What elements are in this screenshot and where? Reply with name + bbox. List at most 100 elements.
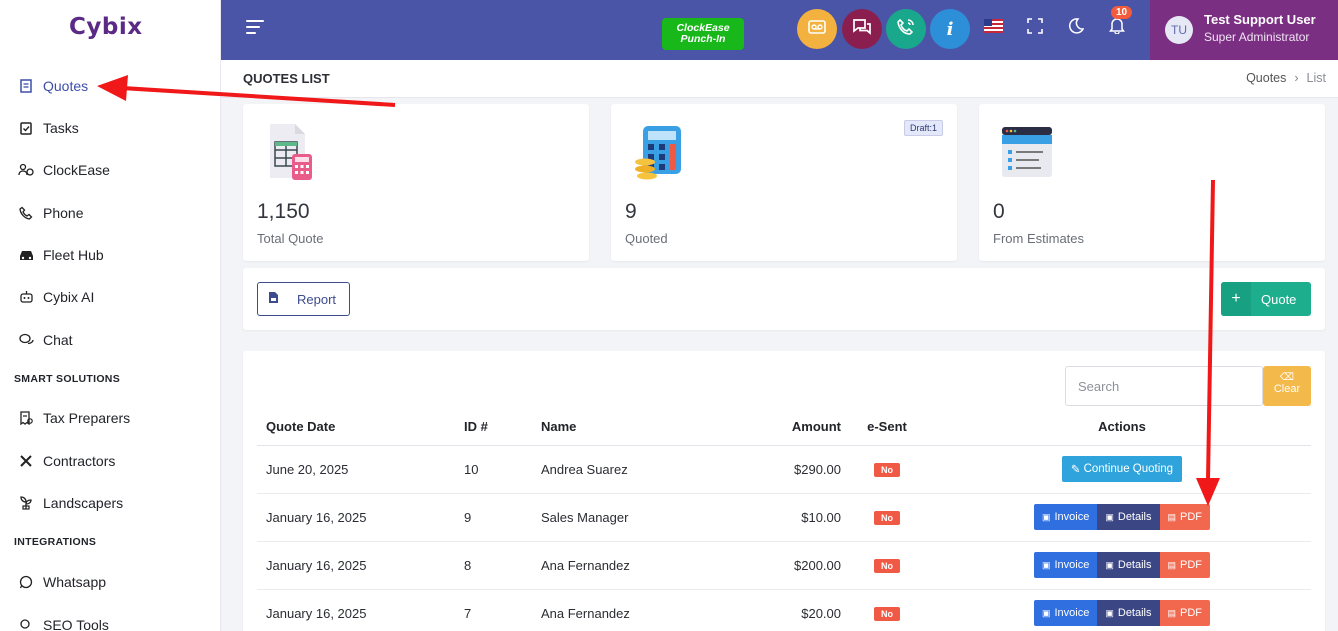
chat-bubbles-icon xyxy=(18,332,34,348)
receipt-icon xyxy=(18,410,34,426)
users-clock-icon xyxy=(18,162,34,178)
sidebar-item-landscapers[interactable]: Landscapers xyxy=(0,488,221,518)
table-row: January 16, 2025 7 Ana Fernandez $20.00 … xyxy=(257,589,1311,631)
details-button[interactable]: ▣ Details xyxy=(1097,600,1160,626)
cell-date: January 16, 2025 xyxy=(257,541,464,590)
section-heading-smart-solutions: SMART SOLUTIONS xyxy=(14,373,120,385)
cell-amount: $10.00 xyxy=(701,493,841,542)
fullscreen-icon xyxy=(1027,17,1043,39)
invoice-label: Invoice xyxy=(1054,511,1090,523)
pdf-file-icon: ▤ xyxy=(1167,559,1177,570)
invoice-button[interactable]: ▣ Invoice xyxy=(1033,552,1098,578)
cell-actions: ▣ Invoice ▣ Details ▤ PDF xyxy=(933,589,1311,631)
notifications-button[interactable] xyxy=(1107,18,1127,38)
messages-button[interactable] xyxy=(842,9,882,49)
moon-icon xyxy=(1068,17,1085,39)
chat-bubbles-icon xyxy=(852,18,872,41)
notification-count-badge: 10 xyxy=(1111,6,1133,19)
chevron-right-icon: › xyxy=(1294,71,1299,85)
continue-quoting-label: Continue Quoting xyxy=(1083,463,1174,475)
details-button[interactable]: ▣ Details xyxy=(1097,504,1160,530)
table-row: January 16, 2025 8 Ana Fernandez $200.00… xyxy=(257,541,1311,590)
details-label: Details xyxy=(1117,511,1152,523)
sidebar-item-tax-preparers[interactable]: Tax Preparers xyxy=(0,403,221,433)
table-row: January 16, 2025 9 Sales Manager $10.00 … xyxy=(257,493,1311,542)
sidebar-item-fleet-hub[interactable]: Fleet Hub xyxy=(0,240,221,270)
sidebar-item-phone[interactable]: Phone xyxy=(0,198,221,228)
invoice-icon: ▣ xyxy=(1041,511,1051,522)
col-id[interactable]: ID # xyxy=(464,409,541,446)
pdf-label: PDF xyxy=(1180,559,1203,571)
voicemail-button[interactable] xyxy=(797,9,837,49)
row-action-group: ▣ Invoice ▣ Details ▤ PDF xyxy=(1033,504,1211,530)
plant-icon xyxy=(18,495,34,511)
add-quote-button[interactable]: + Quote xyxy=(1221,282,1311,316)
details-icon: ▣ xyxy=(1105,607,1114,618)
plus-icon: + xyxy=(1221,282,1251,316)
col-name[interactable]: Name xyxy=(541,409,701,446)
calculator-coins-icon xyxy=(633,124,685,185)
sidebar-item-contractors[interactable]: Contractors xyxy=(0,446,221,476)
menu-toggle-icon[interactable] xyxy=(246,20,264,36)
col-amount[interactable]: Amount xyxy=(701,409,841,446)
pdf-button[interactable]: ▤ PDF xyxy=(1159,552,1211,578)
pdf-file-icon xyxy=(268,291,279,307)
sidebar-item-clockease[interactable]: ClockEase xyxy=(0,155,221,185)
info-button[interactable]: i xyxy=(930,9,970,49)
invoice-icon: ▣ xyxy=(1041,559,1051,570)
invoice-button[interactable]: ▣ Invoice xyxy=(1033,600,1098,626)
clear-label: Clear xyxy=(1273,383,1301,395)
clockease-punch-in-button[interactable]: ClockEase Punch-In xyxy=(662,18,744,50)
sidebar-item-label: ClockEase xyxy=(43,162,110,178)
stat-label: From Estimates xyxy=(993,231,1085,246)
row-action-group: ▣ Invoice ▣ Details ▤ PDF xyxy=(1033,552,1211,578)
sidebar-item-label: Cybix AI xyxy=(43,289,95,305)
sidebar-item-cybix-ai[interactable]: Cybix AI xyxy=(0,282,221,312)
cell-name: Sales Manager xyxy=(541,493,701,542)
user-profile-menu[interactable]: TU Test Support User Super Administrator xyxy=(1150,0,1338,60)
sidebar-item-quotes[interactable]: Quotes xyxy=(0,71,221,101)
language-flag-button[interactable] xyxy=(983,18,1003,38)
details-button[interactable]: ▣ Details xyxy=(1097,552,1160,578)
pdf-file-icon: ▤ xyxy=(1167,607,1177,618)
dark-mode-toggle[interactable] xyxy=(1066,17,1086,39)
table-row: June 20, 2025 10 Andrea Suarez $290.00 N… xyxy=(257,445,1311,494)
clear-button[interactable]: ⌫ Clear xyxy=(1263,366,1311,406)
sidebar-item-chat[interactable]: Chat xyxy=(0,325,221,355)
col-esent[interactable]: e-Sent xyxy=(841,409,933,446)
cell-date: January 16, 2025 xyxy=(257,493,464,542)
sidebar-item-label: Landscapers xyxy=(43,495,124,511)
invoice-button[interactable]: ▣ Invoice xyxy=(1033,504,1098,530)
pdf-button[interactable]: ▤ PDF xyxy=(1159,600,1211,626)
report-label: Report xyxy=(297,291,337,307)
pdf-button[interactable]: ▤ PDF xyxy=(1159,504,1211,530)
breadcrumb-current: List xyxy=(1306,71,1326,85)
cell-esent: No xyxy=(841,541,933,590)
stat-card-quoted: Draft:1 9 Quoted xyxy=(611,104,957,261)
col-quote-date[interactable]: Quote Date xyxy=(257,409,464,446)
sidebar-item-whatsapp[interactable]: Whatsapp xyxy=(0,567,221,597)
sidebar-item-seo-tools[interactable]: SEO Tools xyxy=(0,610,221,631)
info-icon: i xyxy=(946,18,954,40)
phone-call-icon xyxy=(897,18,915,41)
breadcrumb: Quotes › List xyxy=(1246,71,1326,85)
cell-amount: $200.00 xyxy=(701,541,841,590)
page-title: QUOTES LIST xyxy=(243,71,330,86)
us-flag-icon xyxy=(983,18,1003,38)
call-button[interactable] xyxy=(886,9,926,49)
sidebar-item-tasks[interactable]: Tasks xyxy=(0,113,221,143)
breadcrumb-quotes-link[interactable]: Quotes xyxy=(1246,71,1286,85)
app-logo[interactable]: Cybix xyxy=(69,14,143,40)
cell-date: January 16, 2025 xyxy=(257,589,464,631)
cell-actions: ▣ Invoice ▣ Details ▤ PDF xyxy=(933,493,1311,542)
search-input[interactable] xyxy=(1065,366,1263,406)
cell-amount: $290.00 xyxy=(701,445,841,494)
cell-id: 10 xyxy=(464,445,541,494)
continue-quoting-button[interactable]: ✎ Continue Quoting xyxy=(1061,456,1183,482)
report-button[interactable]: Report xyxy=(257,282,350,316)
stat-label: Quoted xyxy=(625,231,668,246)
details-label: Details xyxy=(1117,607,1152,619)
fullscreen-button[interactable] xyxy=(1025,17,1045,39)
voicemail-icon xyxy=(808,19,826,39)
col-actions: Actions xyxy=(933,409,1311,446)
